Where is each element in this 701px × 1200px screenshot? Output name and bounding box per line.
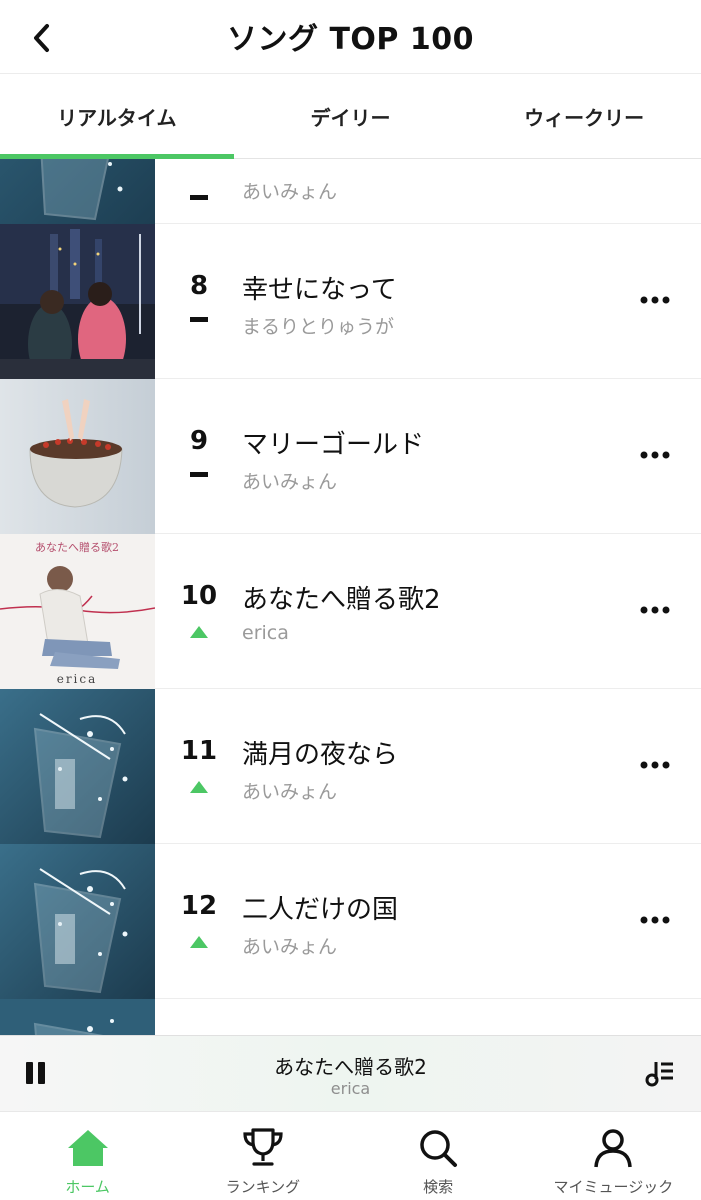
rank-unchanged-indicator [189,466,209,482]
rank-number: 10 [180,581,218,611]
tab-daily[interactable]: デイリー [234,74,468,158]
person-icon [594,1129,633,1168]
app-header: ソング TOP 100 [0,0,701,74]
trophy-icon [243,1128,283,1166]
song-row[interactable]: 9 マリーゴールド あいみょん [0,379,701,534]
song-row[interactable]: 11 満月の夜なら あいみょん [0,689,701,844]
page-title: ソング TOP 100 [227,22,474,57]
song-row[interactable]: 8 幸せになって まるりとりゅうが [0,224,701,379]
nav-ranking[interactable]: ランキング [175,1112,350,1200]
song-title: 満月の夜なら [242,740,399,770]
nav-label: ランキング [225,1178,301,1196]
artist-name: あいみょん [242,781,338,803]
album-art [0,224,155,379]
bottom-nav: ホーム ランキング 検索 マイミュージック [0,1111,701,1200]
mini-player[interactable]: あなたへ贈る歌2 erica [0,1035,701,1111]
album-art [0,689,155,844]
song-list: あいみょん 8 幸せになって まるりとりゅうが 9 マリーゴールド あいみょん … [0,159,701,1035]
more-options-button[interactable] [639,439,671,471]
song-title: 幸せになって [242,275,397,305]
playlist-button[interactable] [645,1058,675,1088]
nav-my-music[interactable]: マイミュージック [526,1112,701,1200]
album-art [0,159,155,224]
rank-number: 9 [189,426,209,456]
rank-up-icon [189,779,209,795]
rank-number: 8 [189,271,209,301]
more-options-button[interactable] [639,749,671,781]
more-options-button[interactable] [639,594,671,626]
artist-name: erica [242,622,289,644]
ellipsis-icon [640,606,670,614]
artist-name: あいみょん [242,936,338,958]
more-options-button[interactable] [639,284,671,316]
ellipsis-icon [640,451,670,459]
playlist-icon [645,1062,673,1087]
tab-realtime[interactable]: リアルタイム [0,74,234,159]
rank-up-icon [189,624,209,640]
song-row-partial[interactable]: あいみょん [0,159,701,224]
nav-label: ホーム [65,1178,110,1196]
song-row[interactable]: 12 二人だけの国 あいみょん [0,844,701,999]
album-art [0,999,155,1035]
ellipsis-icon [640,761,670,769]
rank-unchanged-indicator [189,189,209,205]
ellipsis-icon [640,296,670,304]
nav-search[interactable]: 検索 [351,1112,526,1200]
album-art: あなたへ贈る歌2 erica [0,534,155,689]
song-title: あなたへ贈る歌2 [242,585,441,615]
artist-name: あいみょん [242,471,338,493]
artist-name: まるりとりゅうが [242,316,395,338]
song-title: マリーゴールド [242,430,425,460]
nav-home[interactable]: ホーム [0,1112,175,1200]
svg-text:erica: erica [57,672,98,686]
song-row[interactable]: あなたへ贈る歌2 erica 10 あなたへ贈る歌2 erica [0,534,701,689]
rank-number: 11 [180,736,218,766]
rank-number: 12 [180,891,218,921]
rank-unchanged-indicator [189,311,209,327]
nav-label: マイミュージック [553,1178,674,1196]
ranking-tabs: リアルタイム デイリー ウィークリー [0,74,701,159]
tab-weekly[interactable]: ウィークリー [467,74,701,158]
song-title: 二人だけの国 [242,895,399,925]
nav-label: 検索 [423,1178,454,1196]
rank-up-icon [189,934,209,950]
ellipsis-icon [640,916,670,924]
home-icon [67,1130,108,1166]
now-playing-artist: erica [330,1079,371,1098]
song-row-partial[interactable] [0,999,701,1035]
now-playing-title: あなたへ贈る歌2 [274,1055,427,1079]
album-art [0,844,155,999]
search-icon [420,1130,458,1167]
svg-text:あなたへ贈る歌2: あなたへ贈る歌2 [35,540,119,554]
album-art [0,379,155,534]
more-options-button[interactable] [639,904,671,936]
artist-name: あいみょん [242,181,338,203]
